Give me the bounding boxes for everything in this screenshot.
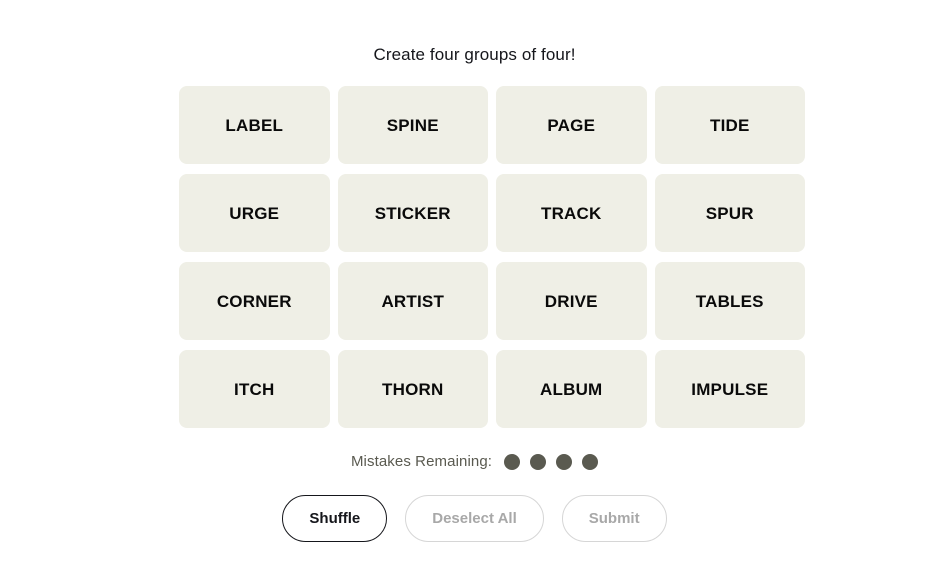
submit-button[interactable]: Submit bbox=[561, 495, 667, 542]
shuffle-button[interactable]: Shuffle bbox=[282, 495, 388, 542]
word-tile[interactable]: SPINE bbox=[337, 86, 488, 164]
word-tile-label: ITCH bbox=[234, 379, 275, 399]
word-tile[interactable]: TIDE bbox=[654, 86, 805, 164]
word-tile[interactable]: STICKER bbox=[337, 174, 488, 252]
word-tile-label: DRIVE bbox=[544, 291, 598, 311]
word-tile-label: TRACK bbox=[541, 203, 602, 223]
word-tile[interactable]: DRIVE bbox=[496, 262, 647, 340]
word-tile[interactable]: TRACK bbox=[496, 174, 647, 252]
mistake-dot bbox=[556, 453, 573, 470]
word-tile[interactable]: CORNER bbox=[179, 262, 330, 340]
word-tile-label: SPUR bbox=[705, 203, 754, 223]
mistake-dot bbox=[530, 453, 547, 470]
word-tile[interactable]: THORN bbox=[337, 350, 488, 428]
word-tile[interactable]: IMPULSE bbox=[654, 350, 805, 428]
action-button-row: Shuffle Deselect All Submit bbox=[0, 495, 949, 542]
word-tile-label: SPINE bbox=[386, 115, 439, 135]
mistake-dot bbox=[582, 453, 599, 470]
page-title: Create four groups of four! bbox=[373, 45, 576, 64]
word-tile[interactable]: ALBUM bbox=[496, 350, 647, 428]
mistakes-remaining: Mistakes Remaining: bbox=[0, 452, 949, 471]
word-tile[interactable]: SPUR bbox=[654, 174, 805, 252]
word-grid: LABEL SPINE PAGE TIDE URGE STICKER TRACK… bbox=[179, 86, 805, 428]
word-tile[interactable]: URGE bbox=[179, 174, 330, 252]
word-tile[interactable]: TABLES bbox=[654, 262, 805, 340]
deselect-all-button[interactable]: Deselect All bbox=[405, 495, 544, 542]
word-tile[interactable]: ITCH bbox=[179, 350, 330, 428]
mistakes-dot-group bbox=[504, 453, 599, 470]
word-tile-label: STICKER bbox=[374, 203, 451, 223]
word-tile-label: URGE bbox=[229, 203, 280, 223]
word-tile[interactable]: LABEL bbox=[179, 86, 330, 164]
word-tile-label: ARTIST bbox=[381, 291, 445, 311]
word-tile-label: PAGE bbox=[547, 115, 596, 135]
word-tile-label: TABLES bbox=[695, 291, 764, 311]
connections-game: Create four groups of four! LABEL SPINE … bbox=[0, 0, 949, 584]
mistake-dot bbox=[504, 453, 521, 470]
word-tile-label: IMPULSE bbox=[691, 379, 769, 399]
word-tile-label: CORNER bbox=[216, 291, 292, 311]
word-tile-label: LABEL bbox=[225, 115, 284, 135]
word-tile[interactable]: PAGE bbox=[496, 86, 647, 164]
word-tile-label: TIDE bbox=[709, 115, 750, 135]
word-tile-label: THORN bbox=[382, 379, 444, 399]
word-tile-label: ALBUM bbox=[540, 379, 603, 399]
mistakes-remaining-label: Mistakes Remaining: bbox=[350, 453, 493, 470]
word-tile[interactable]: ARTIST bbox=[337, 262, 488, 340]
